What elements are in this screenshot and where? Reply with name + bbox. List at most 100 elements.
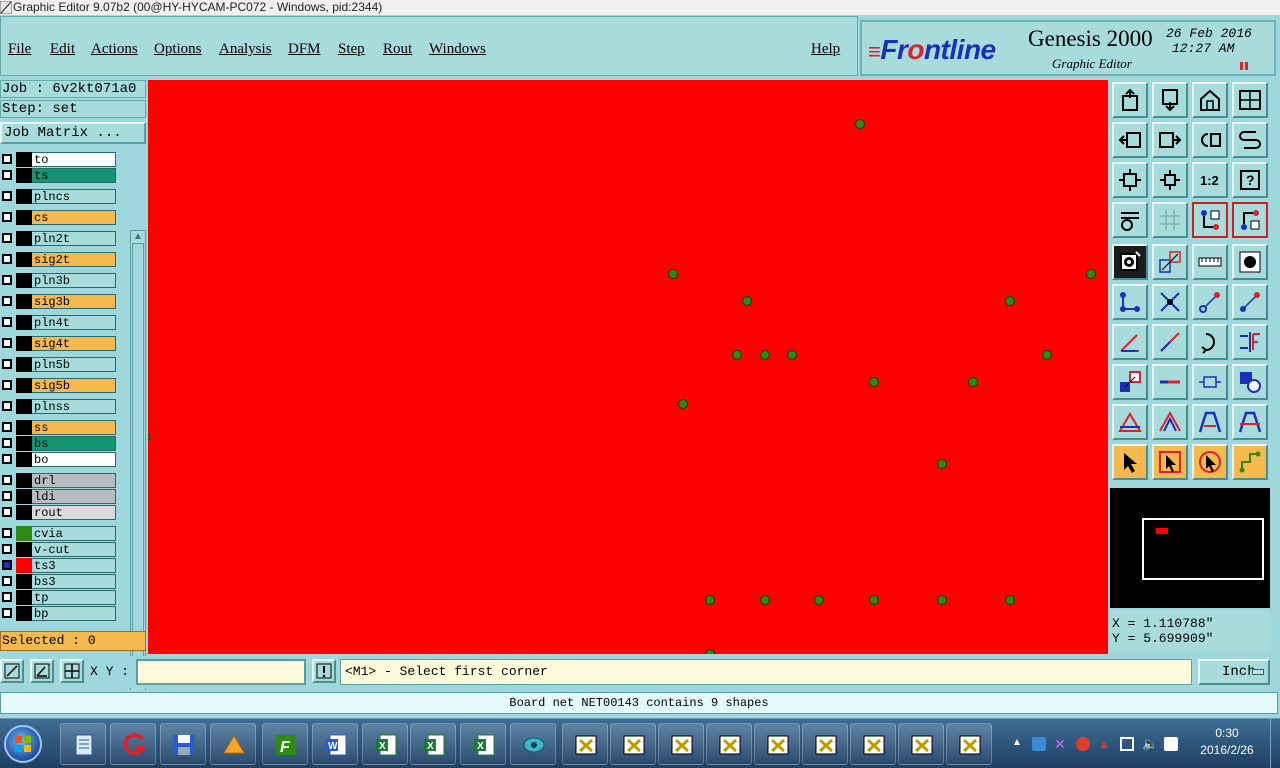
grid-snap-icon[interactable] <box>60 659 84 683</box>
layer-color-swatch[interactable] <box>16 315 32 330</box>
layer-row[interactable]: ss <box>0 420 117 435</box>
center-icon[interactable] <box>1152 162 1188 198</box>
taskbar-editor-window-icon[interactable] <box>706 723 752 765</box>
layer-color-swatch[interactable] <box>16 294 32 309</box>
via-pad[interactable] <box>760 595 770 605</box>
taskbar-excel-icon[interactable]: X <box>362 723 408 765</box>
layer-row[interactable]: bo <box>0 452 117 467</box>
taskbar-clock[interactable]: 0:30 2016/2/26 <box>1192 725 1262 759</box>
via-pad[interactable] <box>1086 269 1096 279</box>
layer-name[interactable]: plncs <box>32 189 116 204</box>
menu-options[interactable]: Options <box>154 41 202 58</box>
line-icon[interactable] <box>1152 324 1188 360</box>
taskbar-save-icon[interactable] <box>160 723 206 765</box>
via-pad[interactable] <box>1042 350 1052 360</box>
fit-screen-icon[interactable] <box>1112 162 1148 198</box>
tray-warning-icon[interactable]: ▲ <box>1098 737 1112 751</box>
layer-row[interactable]: pln4t <box>0 315 117 330</box>
via-pad[interactable] <box>869 595 879 605</box>
layer-name[interactable]: ts <box>32 168 116 183</box>
angle-icon[interactable] <box>1112 324 1148 360</box>
layer-checkbox[interactable] <box>2 475 12 485</box>
layer-name[interactable]: ss <box>32 420 116 435</box>
grid-icon[interactable] <box>1152 202 1188 238</box>
show-desktop-button[interactable] <box>1270 719 1280 768</box>
layer-row[interactable]: drl <box>0 473 117 488</box>
layer-checkbox[interactable] <box>2 608 12 618</box>
via-pad[interactable] <box>1005 296 1015 306</box>
menu-edit[interactable]: Edit <box>50 41 75 58</box>
via-pad[interactable] <box>760 350 770 360</box>
layer-checkbox[interactable] <box>2 296 12 306</box>
via-pad[interactable] <box>668 269 678 279</box>
via-pad[interactable] <box>869 377 879 387</box>
layer-color-swatch[interactable] <box>16 590 32 605</box>
layer-name[interactable]: sig2t <box>32 252 116 267</box>
layer-row[interactable]: plncs <box>0 189 117 204</box>
unit-select[interactable]: Inch <box>1198 659 1270 685</box>
layer-color-swatch[interactable] <box>16 252 32 267</box>
layer-name[interactable]: rout <box>32 505 116 520</box>
arc-icon[interactable] <box>1192 324 1228 360</box>
layer-checkbox[interactable] <box>2 380 12 390</box>
scale-ratio-icon[interactable]: 1:2 <box>1192 162 1228 198</box>
taskbar-word-icon[interactable]: W <box>312 723 358 765</box>
graphic-canvas[interactable] <box>148 80 1108 654</box>
layer-name[interactable]: plnss <box>32 399 116 414</box>
layer-row[interactable]: rout <box>0 505 117 520</box>
layer-name[interactable]: pln3b <box>32 273 116 288</box>
net-highlight-icon[interactable] <box>1192 202 1228 238</box>
via-pad[interactable] <box>678 399 688 409</box>
layer-color-swatch[interactable] <box>16 452 32 467</box>
triangle-arrow-icon[interactable] <box>1152 404 1188 440</box>
via-pad[interactable] <box>968 377 978 387</box>
layer-name[interactable]: cs <box>32 210 116 225</box>
layer-name[interactable]: pln2t <box>32 231 116 246</box>
layer-name[interactable]: pln4t <box>32 315 116 330</box>
layer-row[interactable]: cvia <box>0 526 117 541</box>
taskbar-editor-window-icon[interactable] <box>610 723 656 765</box>
layer-color-swatch[interactable] <box>16 168 32 183</box>
triangle-red-icon[interactable] <box>1112 404 1148 440</box>
pan-right-icon[interactable] <box>1152 122 1188 158</box>
layer-name[interactable]: bo <box>32 452 116 467</box>
layer-checkbox[interactable] <box>2 507 12 517</box>
pause-icon[interactable] <box>1240 62 1249 70</box>
scroll-thumb[interactable] <box>132 243 144 687</box>
via-pad[interactable] <box>148 432 150 442</box>
help-icon[interactable]: ? <box>1232 162 1268 198</box>
layer-name[interactable]: ldi <box>32 489 116 504</box>
layer-name[interactable]: pln5b <box>32 357 116 372</box>
split-line-icon[interactable] <box>1152 364 1188 400</box>
layer-checkbox[interactable] <box>2 592 12 602</box>
layer-row[interactable]: ts3 <box>0 558 117 573</box>
select-arrow-icon[interactable] <box>1112 444 1148 480</box>
taskbar-shell-icon[interactable] <box>210 723 256 765</box>
via-pad[interactable] <box>705 595 715 605</box>
menu-help[interactable]: Help <box>811 41 840 58</box>
scroll-up-icon[interactable]: ▲ <box>133 232 143 242</box>
point-to-edge-icon[interactable] <box>1232 284 1268 320</box>
taskbar-excel-icon-2[interactable]: X <box>410 723 456 765</box>
layer-row[interactable]: bs <box>0 436 117 451</box>
menu-dfm[interactable]: DFM <box>288 41 321 58</box>
fit-width-icon[interactable] <box>1192 364 1228 400</box>
alert-icon[interactable] <box>312 659 336 683</box>
layer-name[interactable]: tp <box>32 590 116 605</box>
layer-row[interactable]: pln2t <box>0 231 117 246</box>
layer-row[interactable]: to <box>0 152 117 167</box>
via-pad[interactable] <box>1005 595 1015 605</box>
layer-row[interactable]: plnss <box>0 399 117 414</box>
layer-checkbox[interactable] <box>2 338 12 348</box>
layer-name[interactable]: sig4t <box>32 336 116 351</box>
connect-icon[interactable] <box>1112 284 1148 320</box>
layer-row[interactable]: bp <box>0 606 117 621</box>
layer-name[interactable]: drl <box>32 473 116 488</box>
layer-color-swatch[interactable] <box>16 210 32 225</box>
layer-row[interactable]: cs <box>0 210 117 225</box>
zoom-out-icon[interactable] <box>1152 82 1188 118</box>
layer-row[interactable]: sig5b <box>0 378 117 393</box>
taskbar-editor-window-icon[interactable] <box>898 723 944 765</box>
layer-name[interactable]: ts3 <box>32 558 116 573</box>
tray-expand-icon[interactable]: ▲ <box>1012 737 1026 751</box>
